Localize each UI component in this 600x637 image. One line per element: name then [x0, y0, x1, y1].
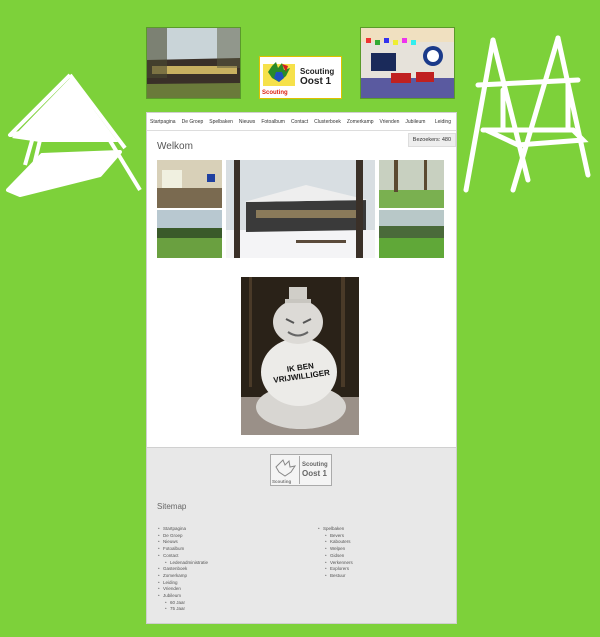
sitemap-link[interactable]: Bestuur [317, 573, 353, 580]
nav-item-clusterboek[interactable]: Clusterboek [314, 119, 341, 125]
sitemap-link[interactable]: Jubileum [157, 593, 208, 600]
sitemap-left-column: StartpaginaDe GroepNieuwsFotoalbumContac… [157, 526, 208, 613]
tent-drawing [0, 70, 150, 210]
sitemap-link[interactable]: Ledenadministratie [157, 560, 208, 567]
nav-item-vrienden[interactable]: Vrienden [380, 119, 400, 125]
logo-line1: Scouting [300, 67, 335, 76]
footer-lily-icon: Scouting [271, 456, 300, 484]
snowman-photo[interactable]: IK BEN VRIJWILLIGER [241, 277, 359, 435]
sitemap-link[interactable]: Welpen [317, 546, 353, 553]
gallery-photo-field[interactable] [157, 210, 222, 258]
nav-item-zomerkamp[interactable]: Zomerkamp [347, 119, 374, 125]
header-photo-interior [360, 27, 455, 99]
header-photo-clubhouse [146, 27, 241, 99]
footer-logo-line1: Scouting [302, 462, 328, 468]
logo-sub: Scouting [262, 90, 288, 96]
sitemap-link[interactable]: Fotoalbum [157, 546, 208, 553]
nav-item-nieuws[interactable]: Nieuws [239, 119, 255, 125]
nav-item-contact[interactable]: Contact [291, 119, 308, 125]
sitemap-link[interactable]: Gastenboek [157, 566, 208, 573]
sitemap-link[interactable]: Spelbaken [317, 526, 353, 533]
nav-item-leiding[interactable]: Leiding [435, 119, 451, 125]
sitemap-link[interactable]: 60 Jaar [157, 600, 208, 607]
scouting-logo[interactable]: Scouting Scouting Oost 1 [259, 56, 342, 99]
visitor-counter: Bezoekers: 480 [407, 133, 456, 147]
footer-logo-sub: Scouting [272, 479, 292, 484]
footer-logo-line2: Oost 1 [302, 469, 327, 478]
sitemap-link[interactable]: Leiding [157, 580, 208, 587]
scouting-lily-icon: Scouting [260, 58, 298, 97]
nav-item-jubileum[interactable]: Jubileum [405, 119, 425, 125]
gallery-photo-trees[interactable] [379, 160, 444, 208]
main-page: Startpagina De Groep Spelbaken Nieuws Fo… [146, 112, 457, 624]
nav-item-startpagina[interactable]: Startpagina [150, 119, 176, 125]
page-title: Welkom [157, 141, 193, 152]
sitemap-link[interactable]: 75 Jaar [157, 606, 208, 613]
sitemap-link[interactable]: De Groep [157, 533, 208, 540]
logo-line2: Oost 1 [300, 76, 332, 87]
gallery-photo-snow-clubhouse[interactable] [226, 160, 375, 258]
sitemap-link[interactable]: Bevers [317, 533, 353, 540]
sitemap-link[interactable]: Gidsen [317, 553, 353, 560]
footer: Scouting Scouting Oost 1 Sitemap Startpa… [147, 447, 456, 623]
sitemap-right-column: SpelbakenBeversKaboutersWelpenGidsenVerk… [317, 526, 353, 580]
sitemap-link[interactable]: Kabouters [317, 539, 353, 546]
gallery-photo-lawn[interactable] [379, 210, 444, 258]
sitemap-title: Sitemap [157, 502, 187, 511]
sitemap-link[interactable]: Explorers [317, 566, 353, 573]
sitemap-link[interactable]: Vrienden [157, 586, 208, 593]
sitemap-link[interactable]: Contact [157, 553, 208, 560]
sitemap-link[interactable]: Nieuws [157, 539, 208, 546]
sitemap-link[interactable]: Startpagina [157, 526, 208, 533]
main-nav: Startpagina De Groep Spelbaken Nieuws Fo… [147, 113, 456, 131]
nav-item-spelbaken[interactable]: Spelbaken [209, 119, 233, 125]
sitemap-link[interactable]: Zomerkamp [157, 573, 208, 580]
gallery-photo-hall[interactable] [157, 160, 222, 208]
nav-item-de-groep[interactable]: De Groep [182, 119, 204, 125]
footer-logo[interactable]: Scouting Scouting Oost 1 [270, 454, 332, 486]
nav-item-fotoalbum[interactable]: Fotoalbum [261, 119, 285, 125]
sitemap-link[interactable]: Verkenners [317, 560, 353, 567]
swing-drawing [458, 30, 600, 200]
